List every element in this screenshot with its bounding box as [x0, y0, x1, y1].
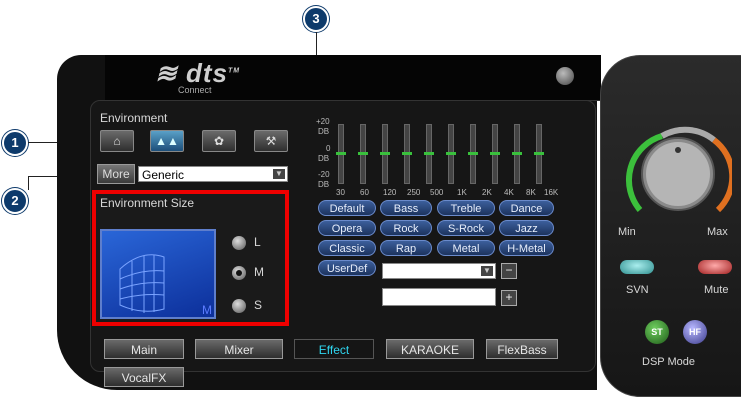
eq-scale-plus20: +20	[316, 117, 330, 126]
eq-knob[interactable]	[358, 152, 368, 155]
more-button[interactable]: More	[97, 164, 135, 184]
eq-freq-250: 250	[407, 188, 421, 197]
environment-select-value: Generic	[142, 168, 185, 182]
preset-metal[interactable]: Metal	[437, 240, 495, 256]
chevron-down-icon: ▼	[481, 266, 493, 276]
eq-knob[interactable]	[402, 152, 412, 155]
preset-name-input[interactable]	[382, 288, 496, 306]
mute-label: Mute	[704, 284, 729, 296]
eq-scale-minus20: -20	[318, 170, 330, 179]
eq-scale-db2: DB	[318, 154, 330, 163]
eq-knob[interactable]	[446, 152, 456, 155]
environment-select[interactable]: Generic ▼	[138, 166, 288, 182]
tab-main[interactable]: Main	[104, 339, 184, 359]
eq-slider-4k[interactable]	[490, 124, 500, 184]
tab-effect[interactable]: Effect	[294, 339, 374, 359]
preset-h-metal[interactable]: H-Metal	[499, 240, 554, 256]
dsp-st-button[interactable]: ST	[645, 320, 669, 344]
preset-default[interactable]: Default	[318, 200, 376, 216]
eq-slider-2k[interactable]	[468, 124, 478, 184]
room-size-display: M	[100, 229, 216, 319]
environment-label: Environment	[100, 111, 168, 125]
callout-1: 1	[2, 130, 28, 156]
preset-dance[interactable]: Dance	[499, 200, 554, 216]
eq-knob[interactable]	[424, 152, 434, 155]
size-label-l: L	[254, 235, 261, 249]
eq-freq-500: 500	[430, 188, 444, 197]
userdef-select[interactable]: ▼	[382, 263, 496, 279]
tab-vocalfx[interactable]: VocalFX	[104, 367, 184, 387]
eq-slider-1k[interactable]	[446, 124, 456, 184]
preset-rock[interactable]: Rock	[380, 220, 432, 236]
mute-toggle[interactable]	[698, 260, 732, 274]
eq-freq-30: 30	[336, 188, 345, 197]
tab-mixer[interactable]: Mixer	[195, 339, 283, 359]
add-preset-button[interactable]: +	[501, 290, 517, 306]
eq-sliders	[336, 124, 566, 186]
eq-scale-0: 0	[326, 144, 331, 153]
room-size-letter: M	[202, 303, 212, 317]
dsp-hf-button[interactable]: HF	[683, 320, 707, 344]
preset-treble[interactable]: Treble	[437, 200, 495, 216]
eq-knob[interactable]	[380, 152, 390, 155]
eq-freq-60: 60	[360, 188, 369, 197]
chevron-down-icon: ▼	[273, 169, 285, 179]
eq-freq-16k: 16K	[544, 188, 559, 197]
eq-knob[interactable]	[512, 152, 522, 155]
menu-button[interactable]	[556, 67, 574, 85]
eq-slider-250[interactable]	[402, 124, 412, 184]
eq-slider-120[interactable]	[380, 124, 390, 184]
size-radio-l[interactable]	[232, 236, 246, 250]
eq-freq-4k: 4K	[504, 188, 514, 197]
callout-2-line	[28, 176, 29, 190]
env-icon-room[interactable]: ⌂	[100, 130, 134, 152]
eq-freq-120: 120	[383, 188, 397, 197]
tab-flexbass[interactable]: FlexBass	[486, 339, 558, 359]
eq-knob[interactable]	[468, 152, 478, 155]
eq-knob[interactable]	[490, 152, 500, 155]
eq-scale-db3: DB	[318, 180, 330, 189]
knob-min-label: Min	[618, 226, 636, 238]
room-wireframe-icon	[119, 254, 165, 313]
eq-slider-8k[interactable]	[512, 124, 522, 184]
callout-2: 2	[2, 188, 28, 214]
eq-knob[interactable]	[336, 152, 346, 155]
preset-bass[interactable]: Bass	[380, 200, 432, 216]
env-icon-mountains[interactable]: ▲▲	[150, 130, 184, 152]
volume-knob[interactable]	[622, 118, 732, 228]
eq-slider-500[interactable]	[424, 124, 434, 184]
eq-scale-db1: DB	[318, 127, 330, 136]
size-radio-m[interactable]	[232, 266, 246, 280]
preset-s-rock[interactable]: S-Rock	[437, 220, 495, 236]
preset-opera[interactable]: Opera	[318, 220, 376, 236]
preset-userdef[interactable]: UserDef	[318, 260, 376, 276]
tab-karaoke[interactable]: KARAOKE	[386, 339, 474, 359]
preset-rap[interactable]: Rap	[380, 240, 432, 256]
preset-jazz[interactable]: Jazz	[499, 220, 554, 236]
remove-preset-button[interactable]: −	[501, 263, 517, 279]
dts-connect-label: Connect	[178, 85, 212, 95]
size-label-s: S	[254, 298, 263, 312]
svn-toggle[interactable]	[620, 260, 654, 274]
eq-freq-8k: 8K	[526, 188, 536, 197]
svn-label: SVN	[626, 284, 649, 296]
dsp-mode-label: DSP Mode	[642, 356, 695, 368]
knob-max-label: Max	[707, 226, 728, 238]
eq-slider-16k[interactable]	[534, 124, 544, 184]
eq-freq-1k: 1K	[457, 188, 467, 197]
env-icon-swirl[interactable]: ✿	[202, 130, 236, 152]
environment-size-label: Environment Size	[100, 196, 195, 210]
eq-slider-60[interactable]	[358, 124, 368, 184]
preset-classic[interactable]: Classic	[318, 240, 376, 256]
callout-3: 3	[303, 6, 329, 32]
eq-knob[interactable]	[534, 152, 544, 155]
size-radio-s[interactable]	[232, 299, 246, 313]
eq-slider-30[interactable]	[336, 124, 346, 184]
size-label-m: M	[254, 265, 264, 279]
eq-freq-2k: 2K	[482, 188, 492, 197]
env-icon-tools[interactable]: ⚒	[254, 130, 288, 152]
